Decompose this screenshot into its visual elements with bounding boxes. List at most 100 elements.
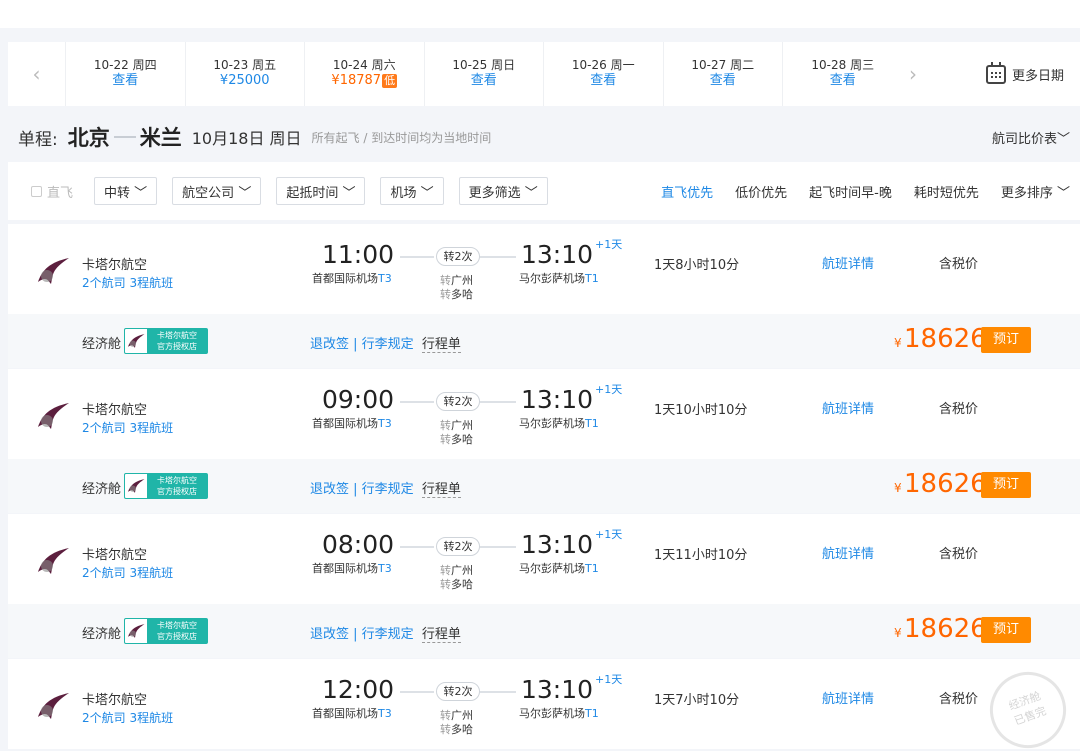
- arrival-time: 13:10: [521, 385, 594, 414]
- sort-direct-first[interactable]: 直飞优先: [661, 182, 713, 201]
- currency-symbol: ¥: [894, 481, 902, 495]
- book-button[interactable]: 预订: [981, 617, 1031, 643]
- date-price: 查看: [709, 73, 736, 88]
- route-line: [480, 546, 516, 548]
- book-button[interactable]: 预订: [981, 327, 1031, 353]
- departure-time: 11:00: [322, 240, 395, 269]
- chevron-right-icon[interactable]: ›: [888, 42, 938, 106]
- sort-more[interactable]: 更多排序 ﹀: [1001, 182, 1070, 201]
- departure-time: 08:00: [322, 530, 395, 559]
- airline-name: 卡塔尔航空: [82, 693, 148, 708]
- flight-detail-link[interactable]: 航班详情: [822, 688, 874, 707]
- cabin-class: 经济舱: [82, 337, 122, 352]
- next-day-badge: +1天: [595, 383, 623, 396]
- date-label: 10-27 周二: [691, 58, 755, 72]
- airport-filter[interactable]: 机场 ﹀: [380, 177, 444, 205]
- policy-links[interactable]: 退改签 | 行李规定 行程单: [310, 333, 461, 353]
- policy-links[interactable]: 退改签 | 行李规定 行程单: [310, 478, 461, 498]
- destination-city: 米兰: [139, 126, 182, 150]
- qatar-airways-logo: [36, 256, 70, 286]
- flight-card: 卡塔尔航空 2个航司 3程航班 11:00 首都国际机场T3 转2次 转广州 转…: [8, 224, 1080, 368]
- date-cell[interactable]: 10-23 周五 ¥25000: [186, 42, 305, 106]
- stops-badge: 转2次: [436, 392, 480, 411]
- flight-detail-link[interactable]: 航班详情: [822, 253, 874, 272]
- low-price-badge: 低: [382, 74, 398, 88]
- tax-included-label: 含税价: [939, 547, 979, 562]
- flight-duration: 1天7小时10分: [654, 693, 740, 708]
- official-store-badge: 卡塔尔航空 官方授权店: [124, 328, 208, 354]
- arrival-time: 13:10: [521, 530, 594, 559]
- airline-sub-info[interactable]: 2个航司 3程航班: [82, 564, 173, 581]
- price-row: 经济舱 卡塔尔航空 官方授权店 退改签 | 行李规定 行程单 ¥ 18626 预订: [8, 314, 1080, 368]
- more-dates-label: 更多日期: [1012, 68, 1065, 84]
- date-price: ¥18787 低: [331, 73, 398, 88]
- airline-name: 卡塔尔航空: [82, 548, 148, 563]
- ticket-price: 18626: [904, 469, 987, 499]
- date-cell[interactable]: 10-25 周日 查看: [425, 42, 544, 106]
- airline-sub-info[interactable]: 2个航司 3程航班: [82, 419, 173, 436]
- ticket-price: 18626: [904, 614, 987, 644]
- date-label: 10-25 周日: [452, 58, 516, 72]
- departure-airport: 首都国际机场T3: [312, 417, 392, 430]
- airline-compare-button[interactable]: 航司比价表 ﹀: [992, 114, 1070, 160]
- date-cell-active[interactable]: 10-24 周六 ¥18787 低: [305, 42, 425, 106]
- tax-included-label: 含税价: [939, 692, 979, 707]
- qatar-airways-logo: [125, 619, 147, 643]
- stops-badge: 转2次: [436, 247, 480, 266]
- direct-only-checkbox[interactable]: 直飞: [31, 182, 73, 201]
- flight-row: 卡塔尔航空 2个航司 3程航班 09:00 首都国际机场T3 转2次 转广州 转…: [8, 369, 1080, 459]
- next-day-badge: +1天: [595, 238, 623, 251]
- currency-symbol: ¥: [894, 626, 902, 640]
- qatar-airways-logo: [36, 401, 70, 431]
- date-cell[interactable]: 10-26 周一 查看: [544, 42, 664, 106]
- sort-departure-time[interactable]: 起飞时间早-晚: [809, 182, 892, 201]
- arrival-airport: 马尔彭萨机场T1: [519, 417, 599, 430]
- more-dates-button[interactable]: 更多日期: [986, 42, 1064, 106]
- via-city: 转多哈: [440, 433, 473, 446]
- date-bar: ‹ 10-22 周四 查看 10-23 周五 ¥25000 10-24 周六 ¥…: [8, 42, 1080, 106]
- official-store-badge: 卡塔尔航空 官方授权店: [124, 618, 208, 644]
- time-filter[interactable]: 起抵时间 ﹀: [276, 177, 366, 205]
- flight-detail-link[interactable]: 航班详情: [822, 398, 874, 417]
- policy-links[interactable]: 退改签 | 行李规定 行程单: [310, 623, 461, 643]
- price-row: 经济舱 卡塔尔航空 官方授权店 退改签 | 行李规定 行程单 ¥ 18626 预订: [8, 604, 1080, 658]
- currency-symbol: ¥: [894, 336, 902, 350]
- airline-sub-info[interactable]: 2个航司 3程航班: [82, 274, 173, 291]
- qatar-airways-logo: [36, 691, 70, 721]
- date-cell[interactable]: 10-27 周二 查看: [664, 42, 783, 106]
- local-time-note: 所有起飞 / 到达时间均为当地时间: [311, 130, 492, 145]
- next-day-badge: +1天: [595, 528, 623, 541]
- sort-options: 直飞优先 低价优先 起飞时间早-晚 耗时短优先 更多排序 ﹀: [639, 162, 1080, 220]
- flight-detail-link[interactable]: 航班详情: [822, 543, 874, 562]
- departure-time: 09:00: [322, 385, 395, 414]
- airline-filter[interactable]: 航空公司 ﹀: [172, 177, 262, 205]
- stops-badge: 转2次: [436, 537, 480, 556]
- via-city: 转多哈: [440, 288, 473, 301]
- date-cell[interactable]: 10-28 周三 查看: [783, 42, 903, 106]
- chevron-left-icon[interactable]: ‹: [8, 42, 66, 106]
- calendar-icon: [986, 61, 1006, 84]
- route-line: [480, 256, 516, 258]
- flight-card: 卡塔尔航空 2个航司 3程航班 08:00 首都国际机场T3 转2次 转广州 转…: [8, 514, 1080, 658]
- date-price: 查看: [829, 73, 856, 88]
- transfer-filter[interactable]: 中转 ﹀: [94, 177, 158, 205]
- sort-lowest-price[interactable]: 低价优先: [735, 182, 787, 201]
- departure-airport: 首都国际机场T3: [312, 272, 392, 285]
- date-price: 查看: [112, 73, 139, 88]
- flight-row: 卡塔尔航空 2个航司 3程航班 11:00 首都国际机场T3 转2次 转广州 转…: [8, 224, 1080, 314]
- flight-duration: 1天8小时10分: [654, 258, 740, 273]
- arrival-airport: 马尔彭萨机场T1: [519, 272, 599, 285]
- date-price: 查看: [470, 73, 497, 88]
- arrival-time: 13:10: [521, 240, 594, 269]
- top-strip: [0, 0, 1080, 28]
- qatar-airways-logo: [36, 546, 70, 576]
- airline-sub-info[interactable]: 2个航司 3程航班: [82, 709, 173, 726]
- book-button[interactable]: 预订: [981, 472, 1031, 498]
- departure-airport: 首都国际机场T3: [312, 707, 392, 720]
- flight-duration: 1天10小时10分: [654, 403, 748, 418]
- origin-city: 北京: [67, 126, 110, 150]
- flight-row: 卡塔尔航空 2个航司 3程航班 08:00 首都国际机场T3 转2次 转广州 转…: [8, 514, 1080, 604]
- sort-shortest[interactable]: 耗时短优先: [914, 182, 979, 201]
- more-filters[interactable]: 更多筛选 ﹀: [458, 177, 548, 205]
- date-cell[interactable]: 10-22 周四 查看: [66, 42, 186, 106]
